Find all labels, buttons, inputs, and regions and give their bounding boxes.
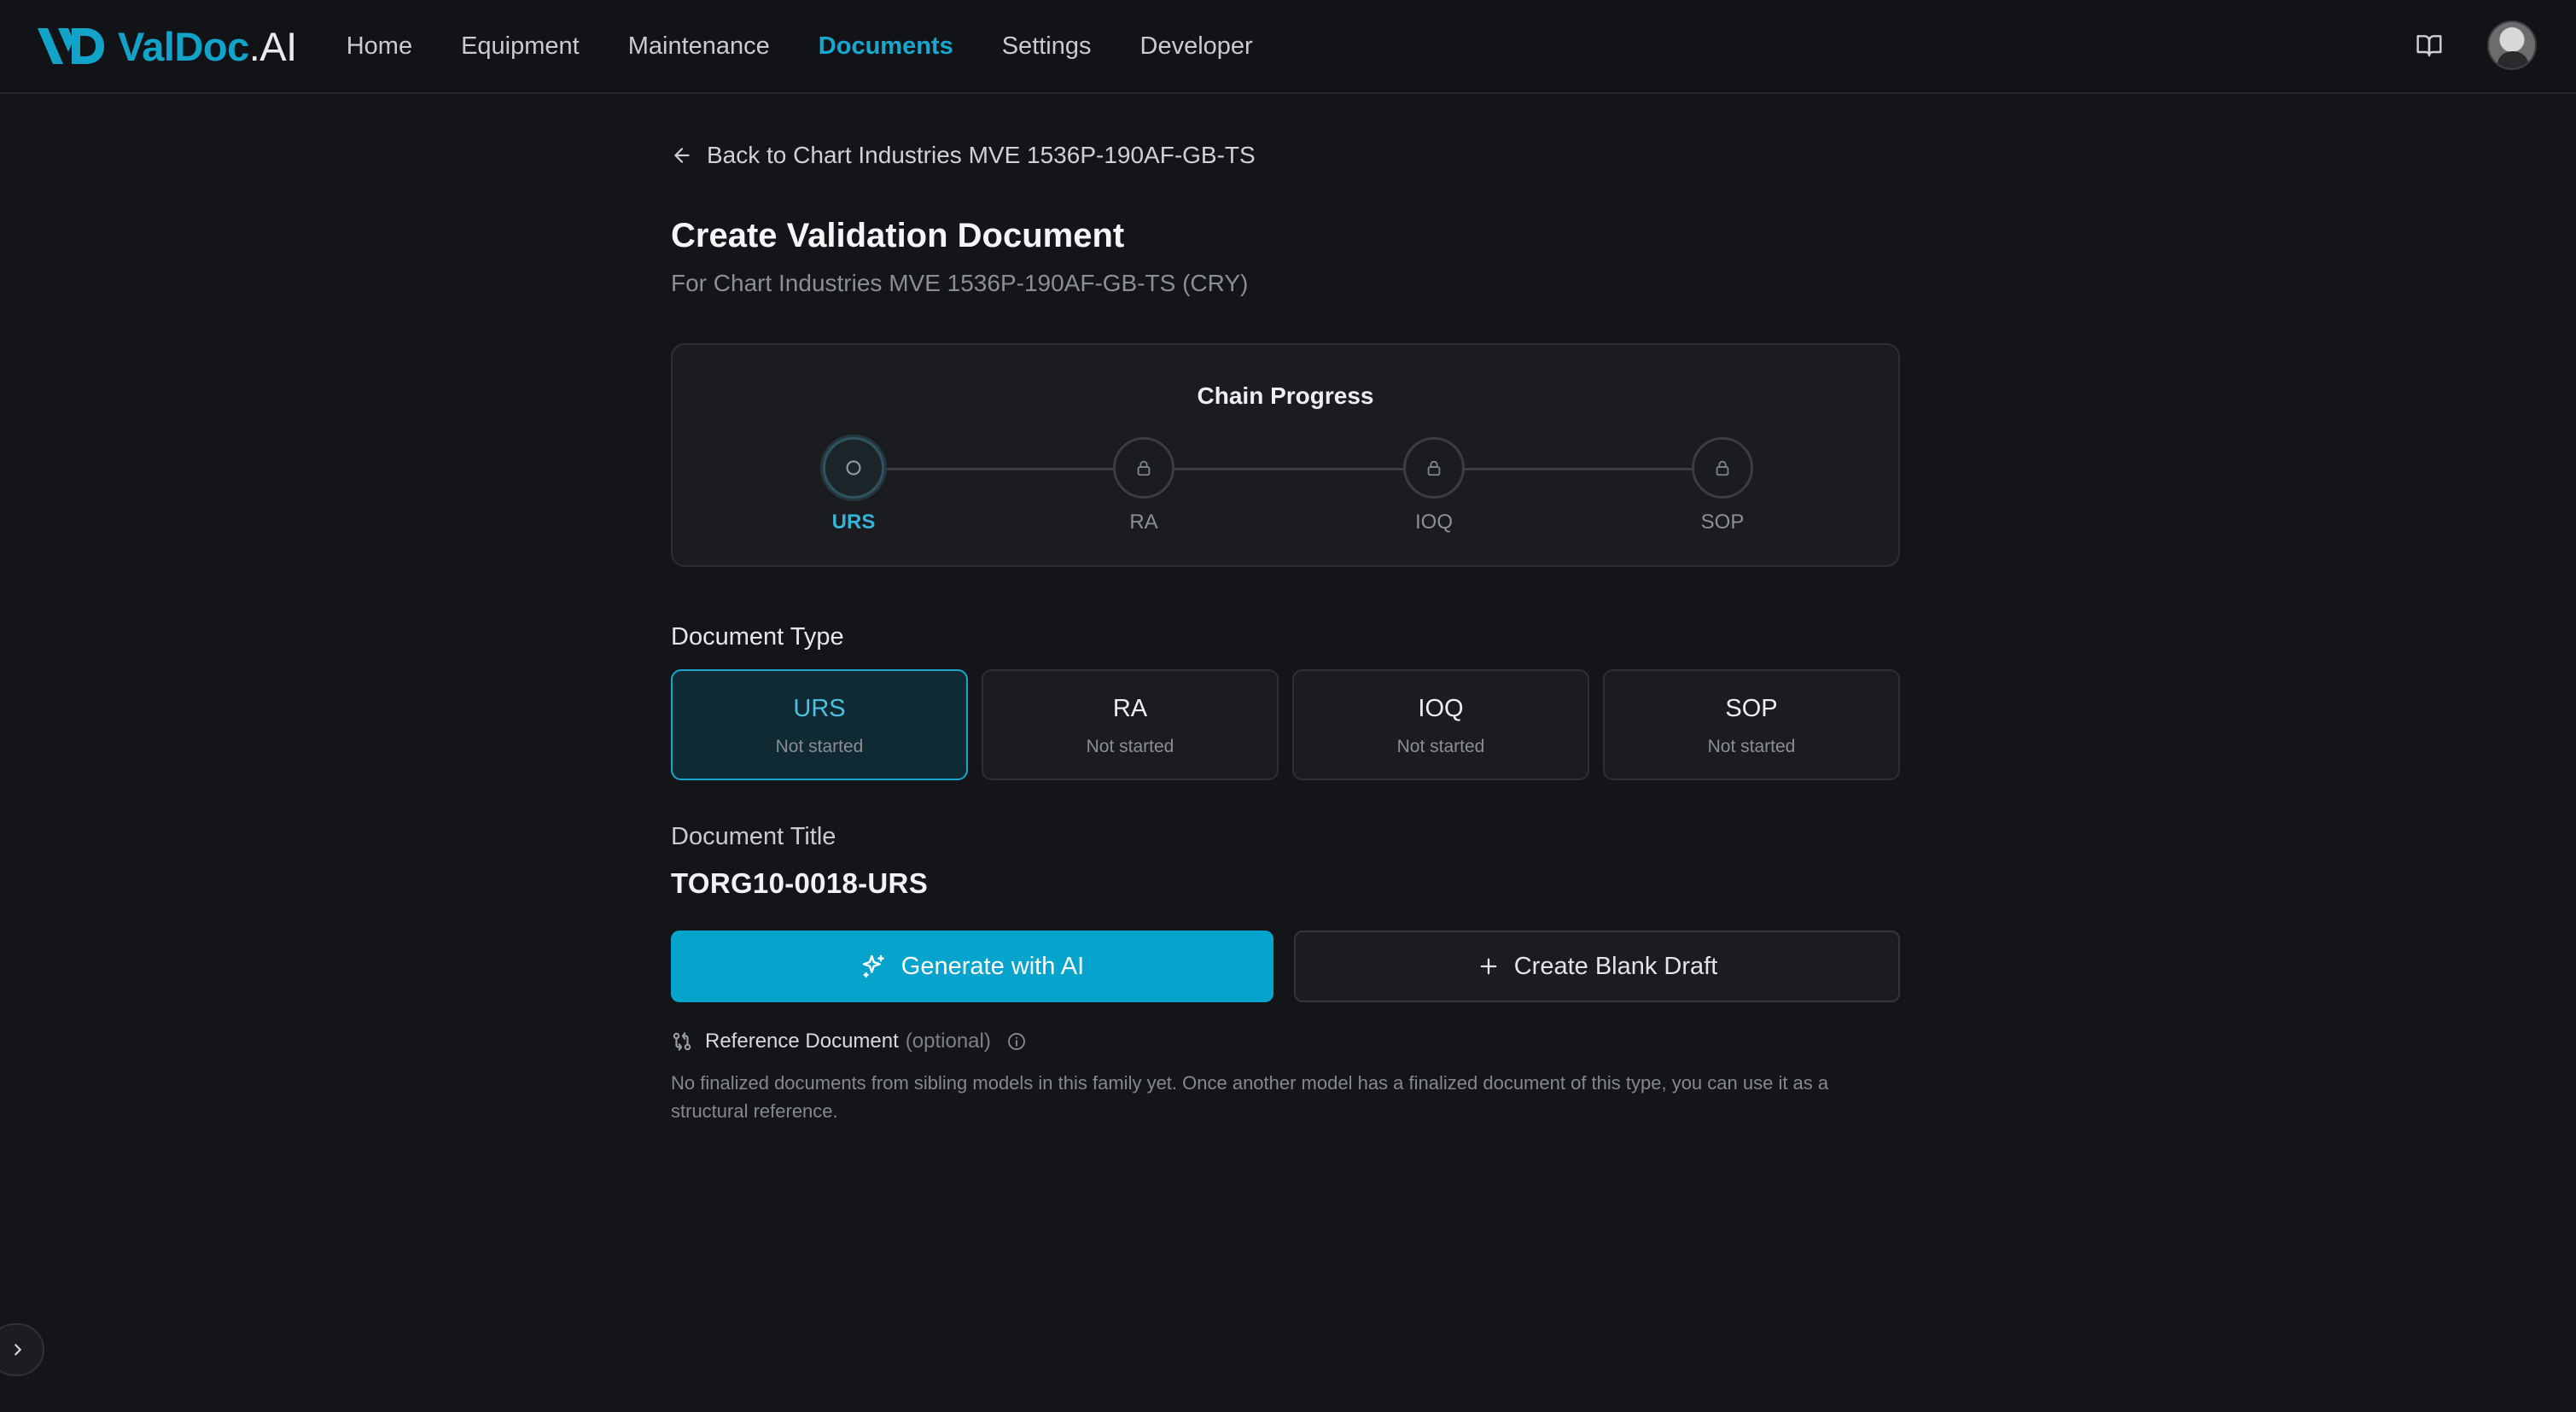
circle-icon [823, 437, 884, 499]
top-nav-bar: ValDoc.AI Home Equipment Maintenance Doc… [0, 0, 2576, 94]
plus-icon [1480, 958, 1497, 975]
page-title: Create Validation Document [671, 217, 1125, 254]
document-type-label: Document Type [671, 623, 844, 651]
back-link-label: Back to Chart Industries MVE 1536P-190AF… [707, 142, 1256, 168]
reference-optional-label: (optional) [905, 1030, 991, 1053]
create-blank-draft-button[interactable]: Create Blank Draft [1294, 931, 1900, 1002]
arrow-left-icon [674, 148, 690, 163]
blank-draft-button-label: Create Blank Draft [1513, 952, 1718, 980]
nav-documents[interactable]: Documents [819, 32, 953, 61]
page-subtitle: For Chart Industries MVE 1536P-190AF-GB-… [671, 270, 1249, 296]
document-title-value[interactable]: TORG10-0018-URS [671, 867, 928, 900]
doc-type-option-ioq[interactable]: IOQ Not started [1292, 669, 1589, 780]
lock-icon [1692, 437, 1753, 499]
doc-type-status: Not started [1707, 737, 1796, 756]
nav-settings[interactable]: Settings [1002, 32, 1092, 61]
lock-icon [1113, 437, 1174, 499]
doc-type-name: RA [1112, 695, 1148, 722]
generate-button-label: Generate with AI [900, 952, 1085, 980]
book-open-icon[interactable] [2412, 28, 2446, 62]
doc-type-name: IOQ [1418, 695, 1464, 722]
nav-equipment[interactable]: Equipment [461, 32, 580, 61]
generate-with-ai-button[interactable]: Generate with AI [671, 931, 1273, 1002]
chain-step-urs: URS [823, 437, 884, 534]
app-logo[interactable]: ValDoc.AI [34, 0, 297, 93]
chain-step-label: IOQ [1414, 511, 1453, 534]
lock-icon [1403, 437, 1465, 499]
doc-type-name: SOP [1725, 695, 1778, 722]
doc-type-status: Not started [775, 737, 864, 756]
valdoc-logo-icon [38, 28, 104, 64]
reference-note: No finalized documents from sibling mode… [671, 1072, 1829, 1122]
chain-step-label: RA [1129, 511, 1158, 534]
nav-maintenance[interactable]: Maintenance [628, 32, 770, 61]
user-avatar[interactable] [2487, 20, 2537, 70]
doc-type-option-urs[interactable]: URS Not started [671, 669, 968, 780]
nav-home[interactable]: Home [347, 32, 412, 61]
chain-step-ioq: IOQ [1403, 437, 1465, 534]
reference-document-label: Reference Document [705, 1030, 899, 1053]
chain-connector [884, 468, 1113, 470]
chevron-right-icon [15, 1344, 21, 1356]
chain-step-label: URS [831, 511, 876, 534]
doc-type-status: Not started [1086, 737, 1174, 756]
sidebar-expand-button[interactable] [0, 1323, 44, 1376]
chain-connector [1174, 468, 1403, 470]
chain-step-sop: SOP [1692, 437, 1753, 534]
reference-document-row: Reference Document (optional) [671, 1030, 1027, 1053]
chain-progress-title: Chain Progress [1197, 382, 1374, 409]
git-compare-icon [673, 1032, 691, 1051]
chain-step-label: SOP [1700, 511, 1745, 534]
doc-type-status: Not started [1396, 737, 1485, 756]
chain-connector [1465, 468, 1692, 470]
info-icon[interactable] [1006, 1031, 1027, 1052]
top-right-actions [2412, 20, 2537, 70]
chain-progress-card: Chain Progress URS RA IOQ SOP [671, 343, 1900, 567]
doc-type-option-ra[interactable]: RA Not started [982, 669, 1279, 780]
back-link[interactable]: Back to Chart Industries MVE 1536P-190AF… [671, 142, 1256, 169]
nav-developer[interactable]: Developer [1140, 32, 1253, 61]
chain-step-ra: RA [1113, 437, 1174, 534]
document-title-label: Document Title [671, 823, 836, 850]
logo-wordmark: ValDoc.AI [118, 23, 297, 69]
doc-type-option-sop[interactable]: SOP Not started [1603, 669, 1900, 780]
sparkles-icon [862, 954, 884, 978]
doc-type-name: URS [793, 695, 846, 722]
main-nav: Home Equipment Maintenance Documents Set… [347, 32, 1302, 61]
